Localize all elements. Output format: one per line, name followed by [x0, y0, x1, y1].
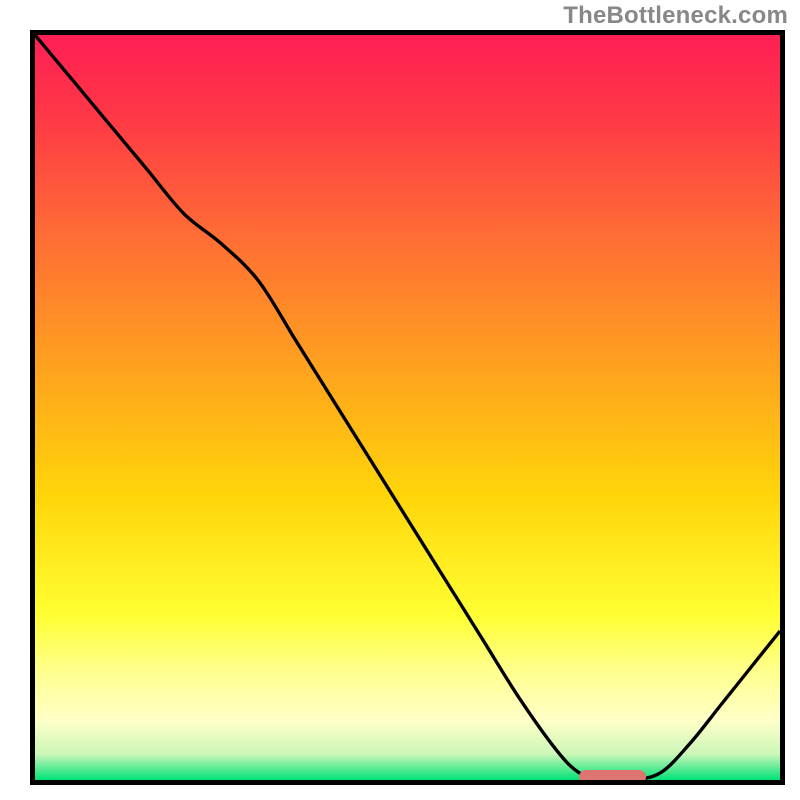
heatmap-gradient — [35, 35, 780, 780]
watermark-text: TheBottleneck.com — [563, 2, 788, 30]
plot-area — [30, 30, 785, 785]
chart-wrapper: TheBottleneck.com — [0, 0, 800, 800]
optimal-range-marker — [579, 770, 646, 784]
